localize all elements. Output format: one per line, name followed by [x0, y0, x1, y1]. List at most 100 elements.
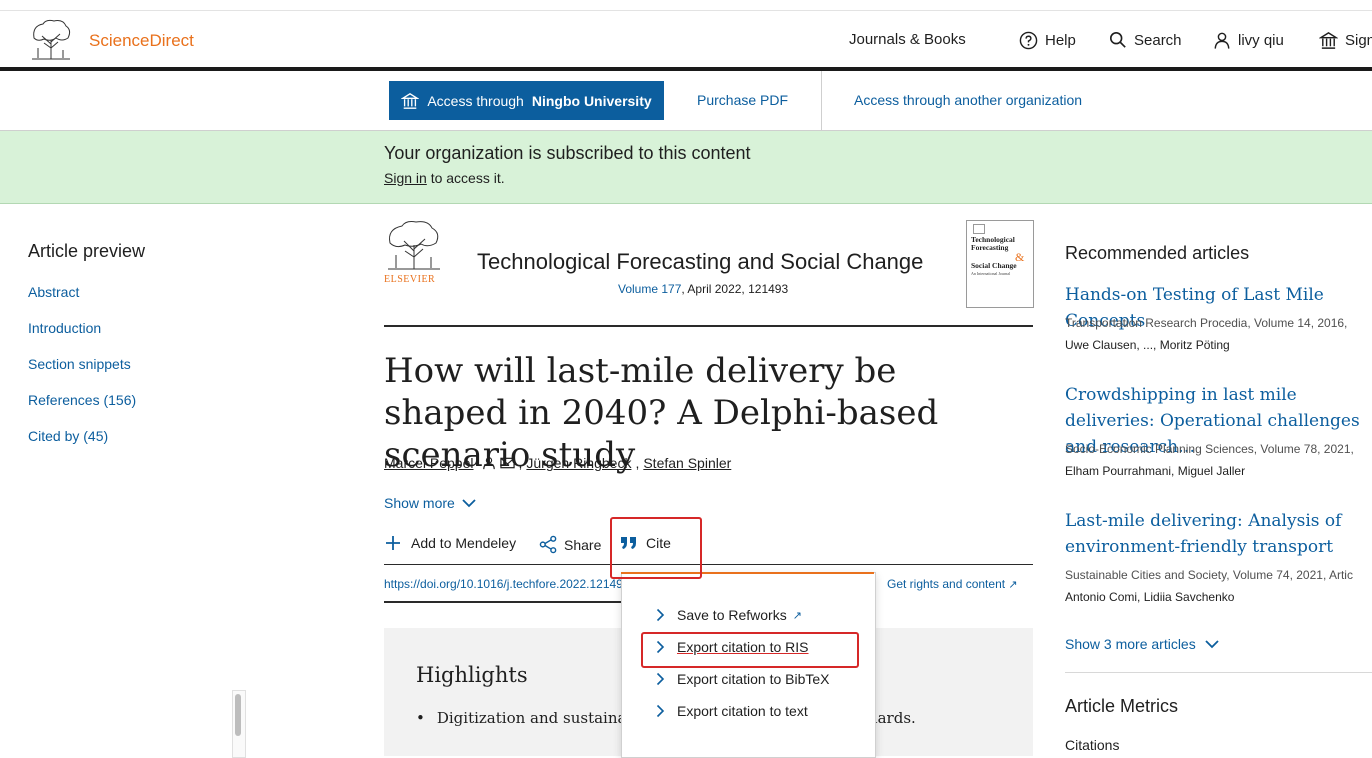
cite-annotation-box	[610, 517, 702, 579]
user-account-link[interactable]: livy qiu	[1213, 31, 1284, 50]
journal-header-rule	[384, 325, 1033, 327]
article-preview-title: Article preview	[28, 241, 146, 261]
cover-subtitle: An International Journal	[971, 271, 1011, 276]
highlights-title: Highlights	[416, 663, 528, 687]
user-icon	[1214, 32, 1230, 49]
action-row-rule	[384, 564, 1033, 565]
share-icon	[539, 535, 557, 554]
chevron-down-icon	[462, 499, 476, 508]
browser-top-strip	[0, 0, 1372, 11]
show-more-articles-label: Show 3 more articles	[1065, 636, 1196, 652]
purchase-pdf-link[interactable]: Purchase PDF	[697, 92, 788, 108]
mendeley-label: Add to Mendeley	[411, 535, 517, 551]
recommended-article-authors: Elham Pourrahmani, Miguel Jaller	[1065, 464, 1246, 478]
sidebar-item-cited-by[interactable]: Cited by (45)	[28, 428, 108, 444]
author-profile-icon[interactable]	[482, 456, 496, 470]
access-other-organization-link[interactable]: Access through another organization	[854, 92, 1082, 108]
article-metrics-title: Article Metrics	[1065, 696, 1179, 716]
sidebar-item-introduction[interactable]: Introduction	[28, 320, 101, 336]
external-link-icon: ↗	[792, 609, 802, 622]
banner-title: Your organization is subscribed to this …	[384, 143, 751, 163]
journals-books-link[interactable]: Journals & Books	[849, 31, 966, 48]
email-icon[interactable]	[499, 457, 515, 469]
bullet: •	[416, 709, 425, 727]
access-bar	[0, 71, 1372, 131]
sign-in-label: Sign	[1345, 32, 1372, 49]
search-label: Search	[1134, 31, 1182, 49]
export-bibtex-item[interactable]: Export citation to BibTeX	[656, 671, 830, 687]
show-more-articles-toggle[interactable]: Show 3 more articles	[1065, 636, 1220, 652]
sign-in-institution-link[interactable]: Sign	[1319, 31, 1372, 50]
menu-label: Export citation to text	[677, 703, 808, 719]
recommended-article-source: Socio-Economic Planning Sciences, Volume…	[1065, 442, 1354, 456]
chevron-right-icon	[656, 704, 665, 718]
search-icon	[1109, 31, 1126, 48]
institution-icon	[1319, 32, 1338, 49]
access-divider	[821, 71, 822, 130]
institution-icon	[401, 92, 420, 109]
sidebar-item-references[interactable]: References (156)	[28, 392, 136, 408]
volume-link[interactable]: Volume 177	[618, 282, 681, 296]
highlight-item: • Digitization and sustainabi	[416, 709, 641, 727]
share-button[interactable]: Share	[539, 535, 601, 554]
user-name-label: livy qiu	[1238, 32, 1284, 49]
recommended-article-source: Sustainable Cities and Society, Volume 7…	[1065, 568, 1353, 582]
citations-label: Citations	[1065, 737, 1120, 753]
cover-tree-icon	[973, 224, 985, 234]
menu-label: Save to Refworks	[677, 607, 787, 623]
add-to-mendeley-button[interactable]: Add to Mendeley	[385, 535, 516, 551]
access-button-institution: Ningbo University	[531, 92, 652, 109]
sidebar-scrollbar-thumb[interactable]	[235, 694, 241, 736]
author-separator: ,	[635, 455, 640, 471]
sciencedirect-brand[interactable]: ScienceDirect	[89, 31, 194, 51]
banner-subtitle: Sign in to access it.	[384, 170, 505, 186]
journals-books-label: Journals & Books	[849, 31, 966, 48]
author-link[interactable]: Marcel Peppel	[384, 455, 474, 471]
save-to-refworks-item[interactable]: Save to Refworks ↗	[656, 607, 802, 623]
author-link[interactable]: Stefan Spinler	[643, 455, 731, 471]
elsevier-tree-logo-icon[interactable]	[28, 18, 74, 60]
access-button-prefix: Access through	[427, 92, 524, 109]
help-label: Help	[1045, 32, 1076, 49]
chevron-right-icon	[656, 608, 665, 622]
export-text-item[interactable]: Export citation to text	[656, 703, 808, 719]
banner-sign-in-suffix: to access it.	[430, 170, 505, 186]
menu-label: Export citation to BibTeX	[677, 671, 830, 687]
author-link[interactable]: Jürgen Ringbeck	[526, 455, 631, 471]
search-link[interactable]: Search	[1109, 31, 1182, 49]
access-through-institution-button[interactable]: Access through Ningbo University	[389, 81, 664, 120]
issue-date: , April 2022, 121493	[681, 282, 789, 296]
recommended-article-authors: Uwe Clausen, ..., Moritz Pöting	[1065, 338, 1230, 352]
cover-ampersand: &	[1015, 250, 1025, 264]
recommended-articles-title: Recommended articles	[1065, 243, 1250, 263]
show-more-label: Show more	[384, 495, 455, 511]
journal-title-link[interactable]: Technological Forecasting and Social Cha…	[477, 249, 923, 275]
metrics-divider	[1065, 672, 1372, 673]
sidebar-item-section-snippets[interactable]: Section snippets	[28, 356, 131, 372]
author-list: Marcel Peppel , Jürgen Ringbeck, Stefan …	[384, 455, 731, 471]
share-label: Share	[564, 536, 602, 553]
external-link-icon: ↗	[1008, 579, 1018, 591]
recommended-article-source: Transportation Research Procedia, Volume…	[1065, 316, 1348, 330]
chevron-down-icon	[1205, 640, 1219, 649]
help-circle-icon	[1019, 31, 1038, 50]
chevron-right-icon	[656, 672, 665, 686]
journal-issue-info: Volume 177, April 2022, 121493	[618, 282, 788, 296]
highlight-text-start: Digitization and sustainabi	[436, 709, 641, 727]
recommended-article-link[interactable]: Last-mile delivering: Analysis of enviro…	[1065, 508, 1365, 560]
show-more-toggle[interactable]: Show more	[384, 495, 477, 511]
elsevier-tree-icon[interactable]	[384, 219, 444, 271]
get-rights-link[interactable]: Get rights and content ↗	[887, 577, 1018, 591]
rights-label: Get rights and content	[887, 577, 1006, 591]
banner-sign-in-link[interactable]: Sign in	[384, 170, 427, 186]
journal-cover-thumbnail[interactable]: Technological Forecasting & Social Chang…	[966, 220, 1034, 308]
plus-icon	[386, 536, 400, 550]
author-separator: ,	[518, 455, 523, 471]
subscription-banner	[0, 131, 1372, 204]
doi-link[interactable]: https://doi.org/10.1016/j.techfore.2022.…	[384, 577, 630, 591]
doi-underline	[384, 601, 634, 603]
elsevier-wordmark: ELSEVIER	[384, 274, 436, 285]
ris-annotation-box	[641, 632, 859, 668]
sidebar-item-abstract[interactable]: Abstract	[28, 284, 79, 300]
help-link[interactable]: Help	[1019, 31, 1076, 50]
